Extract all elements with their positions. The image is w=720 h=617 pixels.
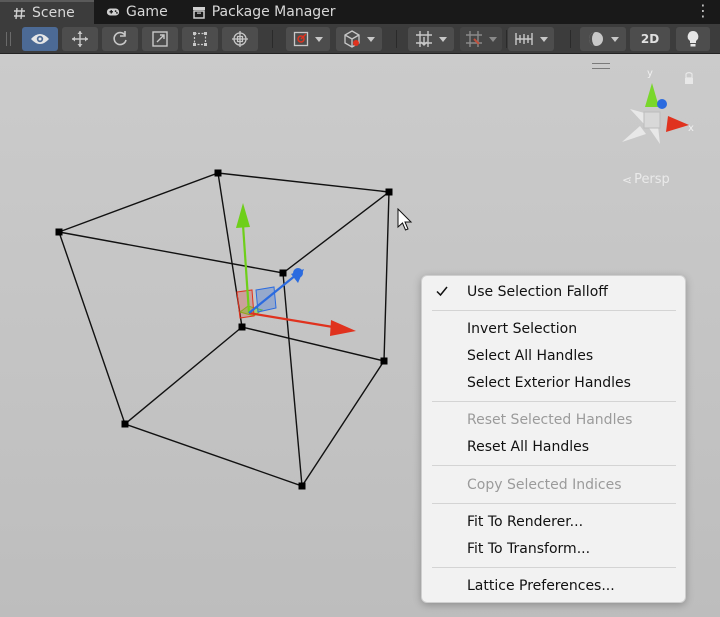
menu-separator — [432, 503, 676, 504]
chevron-down-icon — [367, 36, 375, 42]
menu-item-invert-selection[interactable]: Invert Selection — [422, 317, 685, 341]
chevron-left-icon: ⋖ — [622, 172, 633, 187]
view-tool-button[interactable] — [22, 27, 58, 51]
gizmo-neg-z-cone[interactable] — [622, 126, 646, 142]
toolbar-separator — [506, 30, 507, 48]
draw-mode-dropdown[interactable] — [580, 27, 626, 51]
x-axis-arrow-icon[interactable] — [330, 320, 356, 336]
snap-grid-icon — [466, 31, 482, 47]
tab-scene-label: Scene — [32, 5, 75, 21]
projection-toggle[interactable]: ⋖ Persp — [622, 172, 670, 187]
persp-label: Persp — [634, 172, 670, 187]
scale-icon — [152, 31, 168, 47]
grid-snap-dropdown[interactable] — [408, 27, 454, 51]
toolbar-separator — [396, 30, 397, 48]
y-axis-arrow-icon[interactable] — [236, 203, 250, 228]
gizmo-x-label: x — [688, 123, 694, 134]
gamepad-icon — [106, 5, 120, 19]
transform-tool-button[interactable] — [222, 27, 258, 51]
increment-snap-dropdown[interactable] — [508, 27, 554, 51]
lattice-handle[interactable] — [279, 269, 287, 277]
menu-item-copy-selected-indices: Copy Selected Indices — [467, 477, 622, 493]
menu-separator — [432, 401, 676, 402]
tab-game[interactable]: Game — [94, 0, 180, 24]
transform-icon — [232, 31, 248, 47]
gizmo-y-label: y — [647, 68, 653, 79]
move-icon — [72, 31, 88, 47]
scene-viewport[interactable]: y x ⋖ Persp Use Selection Falloff Invert… — [0, 54, 720, 617]
lattice-handle[interactable] — [380, 357, 388, 365]
pivot-rotation-dropdown[interactable] — [336, 27, 382, 51]
checkmark-icon — [436, 286, 448, 297]
tab-package-manager-label: Package Manager — [211, 4, 336, 20]
tab-game-label: Game — [126, 4, 168, 20]
package-icon — [192, 5, 206, 19]
chevron-down-icon — [439, 36, 447, 42]
toggle-2d-label: 2D — [640, 32, 660, 46]
more-options-icon[interactable]: ⋮ — [695, 2, 711, 20]
menu-item-reset-all-handles[interactable]: Reset All Handles — [422, 435, 685, 459]
lightbulb-icon — [687, 31, 699, 47]
snap-increment-dropdown[interactable] — [460, 27, 502, 51]
menu-item-use-selection-falloff[interactable]: Use Selection Falloff — [422, 280, 685, 304]
x-axis-handle[interactable] — [248, 311, 334, 329]
menu-separator — [432, 465, 676, 466]
toolbar-separator — [272, 30, 273, 48]
mouse-cursor-icon — [397, 208, 413, 231]
lattice-context-menu: Use Selection Falloff Invert Selection S… — [421, 275, 686, 603]
editor-tab-bar: Scene Game Package Manager ⋮ — [0, 0, 720, 24]
rotate-tool-button[interactable] — [102, 27, 138, 51]
menu-item-select-exterior-handles[interactable]: Select Exterior Handles — [422, 371, 685, 395]
hash-icon — [12, 6, 26, 20]
lattice-handle[interactable] — [121, 420, 129, 428]
shading-sphere-icon — [589, 32, 603, 46]
rotate-icon — [113, 31, 127, 46]
lock-icon[interactable] — [685, 72, 693, 79]
grid-icon — [416, 31, 432, 47]
scene-toolbar: 2D — [0, 24, 720, 54]
move-gizmo[interactable] — [236, 203, 356, 336]
lattice-handle[interactable] — [214, 169, 222, 177]
chevron-down-icon — [489, 36, 497, 42]
tab-scene[interactable]: Scene — [0, 0, 94, 24]
chevron-down-icon — [540, 36, 548, 42]
toolbar-grip-icon[interactable] — [6, 32, 11, 46]
z-axis-cap-icon[interactable] — [293, 268, 303, 278]
pivot-mode-dropdown[interactable] — [286, 27, 330, 51]
lighting-toggle-button[interactable] — [676, 27, 710, 51]
gizmo-z-cap[interactable] — [657, 99, 667, 109]
chevron-down-icon — [315, 36, 323, 42]
menu-item-fit-to-transform[interactable]: Fit To Transform... — [422, 537, 685, 561]
menu-item-select-all-handles[interactable]: Select All Handles — [422, 344, 685, 368]
menu-item-fit-to-renderer[interactable]: Fit To Renderer... — [422, 510, 685, 534]
lattice-handle[interactable] — [238, 323, 246, 331]
gizmo-neg-y-cone[interactable] — [649, 126, 660, 144]
move-tool-button[interactable] — [62, 27, 98, 51]
menu-separator — [432, 567, 676, 568]
rect-tool-button[interactable] — [182, 27, 218, 51]
gizmo-x-cone[interactable] — [666, 116, 689, 132]
chevron-down-icon — [611, 36, 619, 42]
lattice-handle[interactable] — [298, 482, 306, 490]
scale-tool-button[interactable] — [142, 27, 178, 51]
pivot-icon — [293, 31, 309, 47]
menu-item-reset-selected-handles: Reset Selected Handles — [467, 412, 633, 428]
menu-item-lattice-preferences[interactable]: Lattice Preferences... — [422, 574, 685, 598]
toolbar-separator — [570, 30, 571, 48]
lattice-handle[interactable] — [55, 228, 63, 236]
rect-tool-icon — [193, 32, 207, 46]
lattice-handle[interactable] — [385, 188, 393, 196]
cube-icon — [344, 30, 360, 48]
toggle-2d-button[interactable]: 2D — [630, 27, 670, 51]
tab-package-manager[interactable]: Package Manager — [180, 0, 348, 24]
menu-separator — [432, 310, 676, 311]
ruler-icon — [515, 33, 533, 45]
gizmo-y-cone[interactable] — [645, 83, 659, 107]
eye-icon — [31, 34, 49, 44]
